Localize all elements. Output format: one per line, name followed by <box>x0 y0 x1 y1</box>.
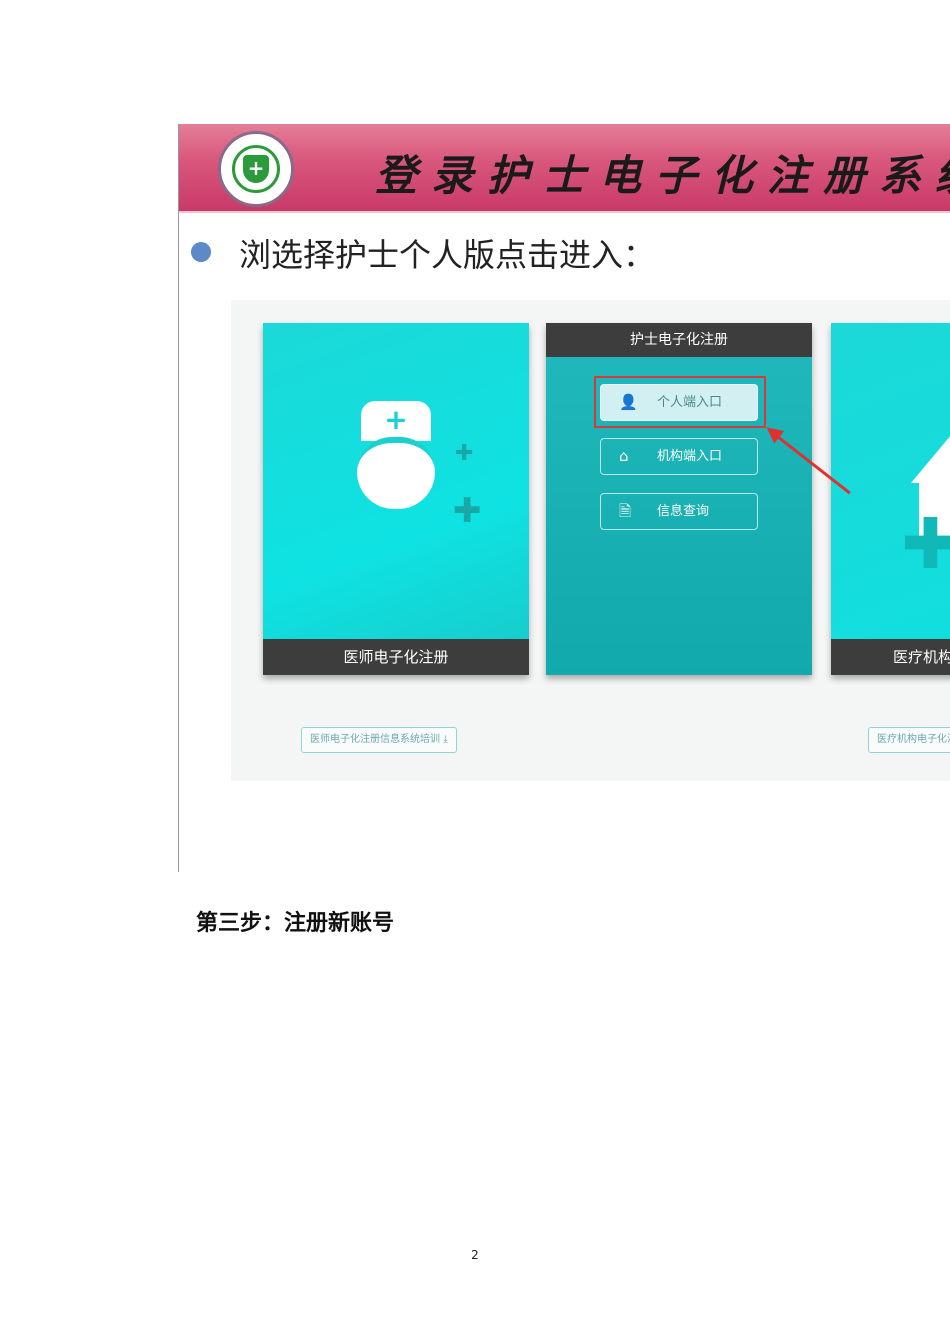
institution-card[interactable]: ✚ 医疗机构电子化注册 <box>831 323 950 675</box>
doctor-card-label: 医师电子化注册 <box>263 639 529 675</box>
download-label: 医师电子化注册信息系统培训 <box>310 734 440 745</box>
doctor-card[interactable]: + ✚ ✚ 医师电子化注册 <box>263 323 529 675</box>
highlight-box <box>594 376 766 428</box>
option-label: 机构端入口 <box>657 449 723 464</box>
step-heading: 第三步：注册新账号 <box>196 910 395 936</box>
nurse-icon: + <box>357 401 435 509</box>
embedded-screenshot: + ✚ ✚ 医师电子化注册 护士电子化注册 👤 个人端入口 ⌂ 机构端入口 🗎 信息查… <box>231 300 950 781</box>
banner-title: 登录护士电子化注册系统 <box>375 151 950 200</box>
bullet-text: 浏选择护士个人版点击进入： <box>239 236 656 274</box>
institution-card-label: 医疗机构电子化注册 <box>831 639 950 675</box>
doctor-training-download[interactable]: 医师电子化注册信息系统培训 ⤓ <box>301 727 457 753</box>
nurse-card-title: 护士电子化注册 <box>546 323 812 357</box>
info-query-button[interactable]: 🗎 信息查询 <box>600 493 758 530</box>
logo: + <box>218 131 294 207</box>
page-number: 2 <box>471 1248 479 1262</box>
slide-image: + 登录护士电子化注册系统 浏选择护士个人版点击进入： + ✚ ✚ 医师电子化注… <box>178 124 950 872</box>
house-icon <box>911 423 950 483</box>
nurse-card: 护士电子化注册 👤 个人端入口 ⌂ 机构端入口 🗎 信息查询 <box>546 323 812 675</box>
bullet-icon <box>191 242 211 262</box>
house-icon: ⌂ <box>619 447 629 465</box>
option-label: 信息查询 <box>657 504 710 519</box>
institution-entry-button[interactable]: ⌂ 机构端入口 <box>600 438 758 475</box>
document-search-icon: 🗎 <box>619 502 632 520</box>
banner: + 登录护士电子化注册系统 <box>179 124 950 213</box>
download-label: 医疗机构电子化注册信息系统培训 <box>877 734 950 745</box>
institution-training-download[interactable]: 医疗机构电子化注册信息系统培训 <box>868 727 950 753</box>
download-icon: ⤓ <box>443 734 448 745</box>
